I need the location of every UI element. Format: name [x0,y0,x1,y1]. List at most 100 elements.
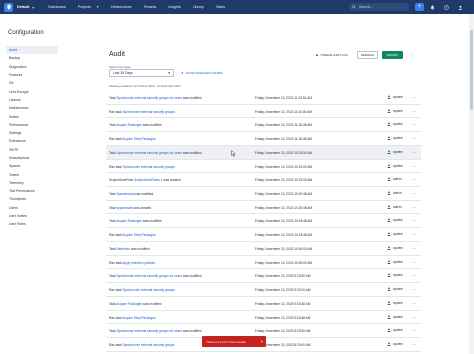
sidebar-item-subscriptions[interactable]: Subscriptions [6,154,58,162]
event-link[interactable]: Synchronize external security groups [122,165,174,169]
table-row[interactable]: Ran task Synchronize external security g… [106,283,421,297]
refresh-button[interactable]: REFRESH [357,51,378,59]
more-options-icon[interactable]: ⋮ [408,51,415,59]
event-link[interactable]: Acquire Step Packages [122,316,155,320]
chevron-down-icon[interactable]: ⌄ [413,164,416,168]
table-row[interactable]: Task Retention was modified Friday, Novem… [106,242,421,256]
chevron-down-icon[interactable]: ⌄ [413,301,416,305]
table-row[interactable]: Task Acquire Packages was modified Friday… [106,214,421,229]
event-user[interactable]: system [387,95,403,99]
space-switcher[interactable]: Default [17,5,29,9]
sidebar-item-let-s-encrypt[interactable]: Let's Encrypt [6,87,58,95]
event-user[interactable]: admin [387,177,402,182]
sidebar-item-test-permissions[interactable]: Test Permissions [6,187,58,195]
event-user[interactable]: system [387,246,403,250]
chevron-down-icon[interactable]: ⌄ [413,177,416,181]
table-row[interactable]: Ran task Apply retention policies Friday,… [106,256,421,270]
event-user[interactable]: admin [387,191,402,196]
event-link[interactable]: Synchronize external security groups for… [116,96,182,100]
table-row[interactable]: Task Acquire Packages was modified Friday… [106,297,421,311]
chevron-down-icon[interactable]: ⌄ [413,218,416,222]
event-link[interactable]: Acquire Packages [116,123,142,127]
event-link[interactable]: Synchronize external security groups for… [116,274,182,278]
nav-link-tenants[interactable]: Tenants [144,5,157,9]
timespan-select[interactable]: Last 30 Days ▾ [109,69,174,77]
sidebar-item-telemetry[interactable]: Telemetry [6,179,58,187]
table-row[interactable]: Ran task Acquire Step Packages Friday, No… [106,311,421,325]
event-user[interactable]: system [387,136,403,141]
sidebar-item-diagnostics[interactable]: Diagnostics [6,63,58,71]
chevron-down-icon[interactable]: ⌄ [413,287,416,291]
event-link[interactable]: Acquire Step Packages [122,233,155,237]
sidebar-item-backup[interactable]: Backup [6,54,58,62]
event-link[interactable]: Acquire Packages [116,219,142,223]
event-user[interactable]: system [387,218,403,223]
sidebar-item-users[interactable]: Users [6,204,58,212]
chevron-down-icon[interactable]: ⌄ [413,315,416,319]
sidebar-item-nodes[interactable]: Nodes [6,112,58,120]
help-icon[interactable]: ? [443,4,450,11]
show-advanced-filters-button[interactable]: ▼ SHOW ADVANCED FILTERS [181,71,223,75]
sidebar-item-performance[interactable]: Performance [6,121,58,129]
scrollbar-thumb[interactable] [470,30,473,110]
event-user[interactable]: system [387,342,403,346]
table-row[interactable]: Task Synchronize external security group… [106,269,421,284]
chevron-down-icon[interactable]: ⌄ [413,150,416,154]
chevron-down-icon[interactable]: ⌄ [413,260,416,264]
error-toast[interactable]: There is 1 error in the console × [202,336,266,347]
event-link[interactable]: Synchronize external security groups for… [116,151,182,155]
event-link[interactable]: Acquire Packages [116,302,142,306]
event-link[interactable]: spaceboard [116,206,133,210]
event-user[interactable]: system [387,287,403,292]
chevron-down-icon[interactable]: ⌄ [413,232,416,236]
sidebar-item-spaces[interactable]: Spaces [6,162,58,170]
event-link[interactable]: ScopedUserRoles-1 [134,178,163,182]
sidebar-item-audit[interactable]: Audit [6,46,58,55]
event-link[interactable]: Apply retention policies [122,261,155,265]
sidebar-item-user-roles[interactable]: User Roles [6,220,58,228]
event-user[interactable]: system [387,301,403,305]
event-link[interactable]: Synchronize external security groups [122,110,174,114]
export-button[interactable]: EXPORT [382,51,403,59]
table-row[interactable]: Task Acquire Packages was modified Friday… [106,118,421,133]
sidebar-item-thumbprint[interactable]: Thumbprint [6,195,58,203]
chevron-down-icon[interactable]: ⌄ [413,95,416,99]
table-row[interactable]: Ran task Acquire Step Packages Friday, No… [106,132,421,146]
user-avatar-icon[interactable] [457,4,464,11]
table-row[interactable]: Ran task Synchronize external security g… [106,105,421,119]
event-user[interactable]: system [387,260,403,264]
page-scrollbar[interactable] [469,14,474,354]
chevron-down-icon[interactable]: ⌄ [413,342,416,346]
event-user[interactable]: system [387,273,403,278]
chevron-down-icon[interactable]: ⌄ [413,191,416,195]
chevron-down-icon[interactable]: ⌄ [413,328,416,332]
nav-link-projects[interactable]: Projects ▾ [78,5,99,9]
event-user[interactable]: system [387,122,403,127]
table-row[interactable]: ScopedUserRole ScopedUserRoles-1 was cre… [106,173,421,188]
close-icon[interactable]: × [260,339,263,344]
sidebar-item-settings[interactable]: Settings [6,129,58,137]
sidebar-item-teams[interactable]: Teams [6,170,58,178]
sidebar-item-user-invites[interactable]: User Invites [6,212,58,220]
event-link[interactable]: Synchronize external security groups [122,343,174,347]
table-row[interactable]: Task Spaceboard was modified Friday, Nove… [106,187,421,201]
chevron-down-icon[interactable]: ⌄ [413,122,416,126]
chevron-down-icon[interactable]: ⌄ [413,136,416,140]
event-user[interactable]: system [387,109,403,113]
nav-link-library[interactable]: Library [193,5,204,9]
chevron-down-icon[interactable]: ▾ [32,5,34,10]
table-row[interactable]: Ran task Synchronize external security g… [106,160,421,174]
event-user[interactable]: admin [387,205,402,209]
add-button[interactable]: + [415,3,424,11]
app-logo-icon[interactable] [4,2,13,12]
chevron-down-icon[interactable]: ⌄ [413,205,416,209]
nav-link-tasks[interactable]: Tasks [216,5,225,9]
event-user[interactable]: system [387,315,403,319]
event-user[interactable]: system [387,328,403,333]
nav-link-dashboard[interactable]: Dashboard [48,5,66,9]
event-user[interactable]: system [387,164,403,168]
chevron-down-icon[interactable]: ⌄ [413,109,416,113]
event-user[interactable]: system [387,232,403,237]
sidebar-item-extensions[interactable]: Extensions [6,137,58,145]
sidebar-item-license[interactable]: License [6,96,58,104]
